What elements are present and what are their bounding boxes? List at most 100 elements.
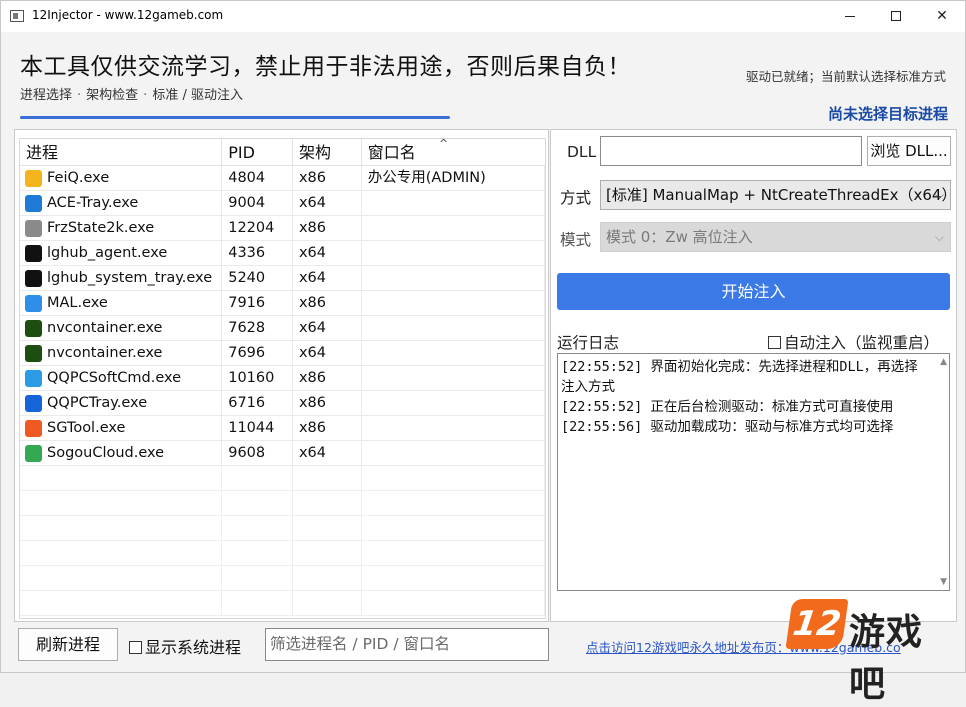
table-row[interactable]: QQPCSoftCmd.exe 10160 x86 xyxy=(20,366,545,391)
cell-arch: x86 xyxy=(293,166,362,190)
cell-process: QQPCSoftCmd.exe xyxy=(20,366,223,390)
show-system-process-checkbox[interactable]: 显示系统进程 xyxy=(129,634,241,658)
nvidia-icon xyxy=(25,319,42,337)
site-logo: 12 游戏吧 xyxy=(785,597,959,705)
empty-table-row xyxy=(20,491,545,516)
empty-cell xyxy=(20,466,223,490)
browse-dll-button[interactable]: 浏览 DLL... xyxy=(867,136,951,166)
cell-process: QQPCTray.exe xyxy=(20,391,223,415)
process-name: nvcontainer.exe xyxy=(47,319,163,336)
cell-process: lghub_agent.exe xyxy=(20,241,223,265)
cell-pid: 4336 xyxy=(222,241,293,265)
process-name: lghub_system_tray.exe xyxy=(47,269,213,286)
cell-process: FrzState2k.exe xyxy=(20,216,223,240)
log-textarea[interactable]: [22:55:52] 界面初始化完成：先选择进程和DLL，再选择注入方式 [22… xyxy=(557,353,950,591)
window-title: 12Injector - www.12gameb.com xyxy=(32,8,224,22)
cell-pid: 10160 xyxy=(222,366,293,390)
column-header-process[interactable]: 进程 xyxy=(20,139,223,165)
process-panel: 进程 PID 架构 窗口名 ^ FeiQ.exe 4804 x86 办公专用(ADMI… xyxy=(14,129,549,622)
table-row[interactable]: SogouCloud.exe 9608 x64 xyxy=(20,441,545,466)
scroll-down-icon[interactable]: ▼ xyxy=(940,577,947,587)
checkbox-icon[interactable] xyxy=(129,641,142,654)
cell-pid: 5240 xyxy=(222,266,293,290)
step-breadcrumb: 进程选择 · 架构检查 · 标准 / 驱动注入 xyxy=(20,84,243,103)
cell-arch: x64 xyxy=(293,316,362,340)
empty-cell xyxy=(20,541,223,565)
cell-window xyxy=(362,416,545,440)
empty-cell xyxy=(222,516,293,540)
empty-cell xyxy=(362,591,545,615)
log-line: [22:55:52] 正在后台检测驱动：标准方式可直接使用 xyxy=(561,399,894,415)
table-row[interactable]: nvcontainer.exe 7628 x64 xyxy=(20,316,545,341)
method-select[interactable]: [标准] ManualMap + NtCreateThreadEx（x64） ⌵ xyxy=(600,180,956,210)
table-row[interactable]: ACE-Tray.exe 9004 x64 xyxy=(20,191,545,216)
mal-icon xyxy=(25,294,42,312)
scroll-up-icon[interactable]: ▲ xyxy=(940,357,947,367)
mode-select-value: 模式 0：Zw 高位注入 xyxy=(606,228,753,246)
app-window-icon xyxy=(10,10,24,22)
maximize-button[interactable] xyxy=(873,1,919,32)
cell-pid: 7628 xyxy=(222,316,293,340)
cell-process: MAL.exe xyxy=(20,291,223,315)
process-name: ACE-Tray.exe xyxy=(47,194,139,211)
table-row[interactable]: FrzState2k.exe 12204 x86 xyxy=(20,216,545,241)
auto-inject-checkbox[interactable]: 自动注入（监视重启） xyxy=(767,331,939,353)
title-bar[interactable]: 12Injector - www.12gameb.com ✕ xyxy=(1,1,965,32)
table-row[interactable]: MAL.exe 7916 x86 xyxy=(20,291,545,316)
empty-cell xyxy=(362,466,545,490)
driver-status: 驱动已就绪；当前默认选择标准方式 xyxy=(745,69,946,84)
cell-process: nvcontainer.exe xyxy=(20,316,223,340)
empty-cell xyxy=(222,566,293,590)
dll-path-input[interactable] xyxy=(600,136,862,166)
empty-table-row xyxy=(20,466,545,491)
step-separator: · xyxy=(143,88,148,103)
cell-arch: x64 xyxy=(293,241,362,265)
step-separator: · xyxy=(77,88,82,103)
method-label: 方式 xyxy=(560,189,592,207)
table-row[interactable]: SGTool.exe 11044 x86 xyxy=(20,416,545,441)
log-line: [22:55:52] 界面初始化完成：先选择进程和DLL，再选择注入方式 xyxy=(561,359,918,395)
log-line: [22:55:56] 驱动加载成功：驱动与标准方式均可选择 xyxy=(561,419,894,435)
logo-mark: 12 xyxy=(785,599,849,649)
cell-process: lghub_system_tray.exe xyxy=(20,266,223,290)
table-row[interactable]: nvcontainer.exe 7696 x64 xyxy=(20,341,545,366)
auto-inject-label: 自动注入（监视重启） xyxy=(783,334,939,352)
cell-process: ACE-Tray.exe xyxy=(20,191,223,215)
column-header-arch[interactable]: 架构 xyxy=(293,139,362,165)
process-filter-input[interactable]: 筛选进程名 / PID / 窗口名 xyxy=(265,628,549,661)
close-button[interactable]: ✕ xyxy=(919,1,965,32)
process-table[interactable]: 进程 PID 架构 窗口名 ^ FeiQ.exe 4804 x86 办公专用(ADMI… xyxy=(19,138,546,619)
empty-cell xyxy=(293,566,362,590)
empty-cell xyxy=(20,566,223,590)
show-system-process-label: 显示系统进程 xyxy=(145,638,242,657)
cell-process: FeiQ.exe xyxy=(20,166,223,190)
log-label: 运行日志 xyxy=(557,334,620,352)
cell-pid: 9608 xyxy=(222,441,293,465)
cell-arch: x64 xyxy=(293,191,362,215)
method-select-value: [标准] ManualMap + NtCreateThreadEx（x64） xyxy=(606,186,957,204)
cell-pid: 11044 xyxy=(222,416,293,440)
table-row[interactable]: FeiQ.exe 4804 x86 办公专用(ADMIN) xyxy=(20,166,545,191)
refresh-process-button[interactable]: 刷新进程 xyxy=(18,628,118,661)
cell-window xyxy=(362,216,545,240)
column-header-pid[interactable]: PID xyxy=(222,139,293,165)
chevron-down-icon: ⌵ xyxy=(934,230,944,244)
table-row[interactable]: QQPCTray.exe 6716 x86 xyxy=(20,391,545,416)
checkbox-icon[interactable] xyxy=(767,336,781,349)
app-window: 12Injector - www.12gameb.com ✕ 本工具仅供交流学习… xyxy=(0,0,966,705)
cell-arch: x86 xyxy=(293,216,362,240)
start-inject-button[interactable]: 开始注入 xyxy=(557,273,950,310)
table-row[interactable]: lghub_system_tray.exe 5240 x64 xyxy=(20,266,545,291)
frzstate-icon xyxy=(25,219,42,237)
empty-cell xyxy=(362,491,545,515)
chevron-down-icon: ⌵ xyxy=(934,188,944,202)
minimize-button[interactable] xyxy=(827,1,873,32)
empty-cell xyxy=(20,591,223,615)
column-header-window[interactable]: 窗口名 xyxy=(362,139,545,165)
maximize-icon xyxy=(891,11,901,21)
mode-select[interactable]: 模式 0：Zw 高位注入 ⌵ xyxy=(600,222,951,252)
cell-window xyxy=(362,291,545,315)
table-row[interactable]: lghub_agent.exe 4336 x64 xyxy=(20,241,545,266)
logo-text: 游戏吧 xyxy=(849,612,924,705)
step-process-select: 进程选择 xyxy=(20,88,73,103)
